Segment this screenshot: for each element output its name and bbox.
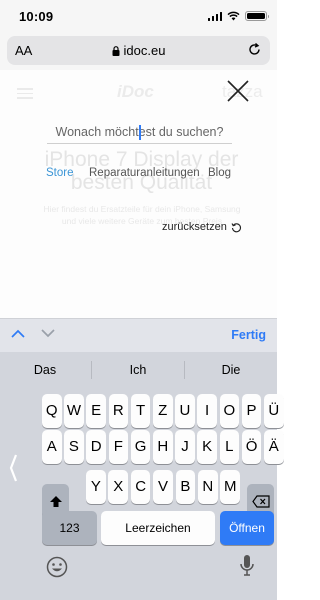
delete-icon xyxy=(251,494,270,508)
key-f[interactable]: F xyxy=(108,430,129,464)
suggestion-bar: Das Ich Die xyxy=(0,352,277,388)
key-x[interactable]: X xyxy=(108,470,129,504)
key-ä[interactable]: Ä xyxy=(264,430,284,464)
key-e[interactable]: E xyxy=(86,394,106,428)
status-time: 10:09 xyxy=(19,9,54,24)
chevron-down-icon[interactable] xyxy=(41,329,55,338)
key-ö[interactable]: Ö xyxy=(241,430,262,464)
text-caret xyxy=(139,125,141,140)
domain-text: idoc.eu xyxy=(123,43,166,58)
key-z[interactable]: Z xyxy=(153,394,173,428)
key-q[interactable]: Q xyxy=(42,394,62,428)
key-s[interactable]: S xyxy=(64,430,84,464)
space-key[interactable]: Leerzeichen xyxy=(101,511,215,545)
key-t[interactable]: T xyxy=(130,394,151,428)
go-key[interactable]: Öffnen xyxy=(220,511,274,545)
address-bar[interactable]: AA idoc.eu xyxy=(7,36,270,65)
tab-store[interactable]: Store xyxy=(46,167,74,179)
key-l[interactable]: L xyxy=(219,430,240,464)
key-ü[interactable]: Ü xyxy=(264,394,284,428)
tab-reparaturanleitungen[interactable]: Reparaturanleitungen xyxy=(89,167,200,179)
reset-button[interactable]: zurücksetzen xyxy=(162,221,242,233)
numbers-key[interactable]: 123 xyxy=(42,511,97,545)
key-g[interactable]: G xyxy=(130,430,151,464)
status-icons xyxy=(207,11,269,21)
key-o[interactable]: O xyxy=(219,394,240,428)
lock-icon xyxy=(112,46,120,56)
suggestion-divider xyxy=(184,361,185,379)
key-b[interactable]: B xyxy=(175,470,196,504)
key-r[interactable]: R xyxy=(108,394,129,428)
battery-icon xyxy=(245,11,269,21)
reset-label: zurücksetzen xyxy=(162,221,227,233)
key-k[interactable]: K xyxy=(197,430,217,464)
wifi-icon xyxy=(227,11,240,21)
done-button[interactable]: Fertig xyxy=(231,328,266,342)
address-display[interactable]: idoc.eu xyxy=(7,43,270,58)
hamburger-menu-icon xyxy=(17,88,33,99)
web-page: iDoc tazza iPhone 7 Display der besten Q… xyxy=(0,70,277,318)
key-n[interactable]: N xyxy=(198,470,218,504)
status-bar: 10:09 xyxy=(0,0,277,34)
reload-icon[interactable] xyxy=(247,42,262,57)
cellular-signal-icon xyxy=(207,11,222,21)
key-c[interactable]: C xyxy=(130,470,151,504)
key-m[interactable]: M xyxy=(220,470,241,504)
close-icon[interactable] xyxy=(225,78,251,104)
chevron-left-icon[interactable] xyxy=(8,453,18,483)
form-accessory-bar: Fertig xyxy=(0,318,277,352)
suggestion-1[interactable]: Das xyxy=(10,363,80,377)
site-logo: iDoc xyxy=(117,82,154,101)
emoji-icon[interactable] xyxy=(46,556,68,578)
key-u[interactable]: U xyxy=(175,394,195,428)
suggestion-2[interactable]: Ich xyxy=(103,363,173,377)
key-a[interactable]: A xyxy=(42,430,62,464)
key-h[interactable]: H xyxy=(153,430,173,464)
key-v[interactable]: V xyxy=(153,470,173,504)
key-j[interactable]: J xyxy=(175,430,195,464)
key-w[interactable]: W xyxy=(64,394,84,428)
microphone-icon[interactable] xyxy=(239,554,255,578)
key-p[interactable]: P xyxy=(241,394,262,428)
chevron-up-icon[interactable] xyxy=(11,329,25,338)
reset-icon xyxy=(231,222,241,232)
key-d[interactable]: D xyxy=(86,430,106,464)
key-y[interactable]: Y xyxy=(86,470,106,504)
suggestion-3[interactable]: Die xyxy=(196,363,266,377)
shift-icon xyxy=(49,495,62,507)
tab-blog[interactable]: Blog xyxy=(208,167,231,179)
browser-toolbar: AA idoc.eu xyxy=(0,34,277,70)
key-i[interactable]: I xyxy=(197,394,217,428)
suggestion-divider xyxy=(91,361,92,379)
